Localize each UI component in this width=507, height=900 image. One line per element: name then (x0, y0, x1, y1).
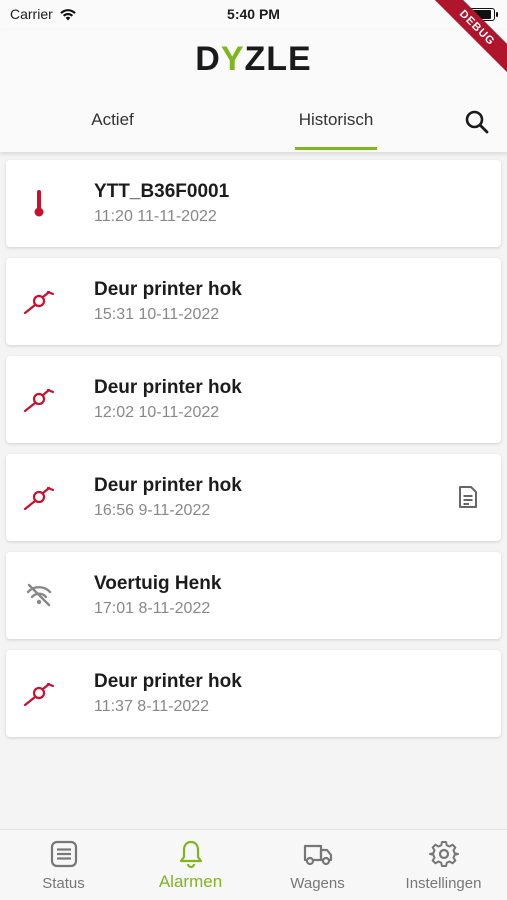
nav-status[interactable]: Status (0, 830, 127, 900)
truck-icon (303, 844, 332, 866)
nav-alarmen-label: Alarmen (158, 872, 223, 891)
tab-actief[interactable]: Actief (30, 100, 195, 152)
alarm-datetime: 11:20 11-11-2022 (94, 208, 217, 225)
nav-status-label: Status (42, 875, 85, 892)
alarm-title: Deur printer hok (94, 377, 242, 398)
alarm-title: Deur printer hok (94, 671, 242, 692)
alarm-card[interactable]: Deur printer hok 12:02 10-11-2022 (6, 356, 501, 443)
gear-icon (428, 841, 459, 867)
alarm-card[interactable]: Deur printer hok 11:37 8-11-2022 (6, 650, 501, 737)
nav-wagens[interactable]: Wagens (254, 830, 381, 900)
alarm-datetime: 11:37 8-11-2022 (94, 698, 210, 715)
tab-historisch-label: Historisch (298, 110, 374, 129)
alarm-card[interactable]: Deur printer hok 16:56 9-11-2022 (6, 454, 501, 541)
alarm-datetime: 12:02 10-11-2022 (94, 404, 220, 421)
status-time: 5:40 PM (227, 6, 280, 22)
door-sensor-icon (23, 682, 55, 707)
nav-wagens-label: Wagens (290, 875, 345, 892)
alarm-title: Deur printer hok (94, 279, 242, 300)
bell-icon (179, 840, 202, 869)
door-sensor-icon (23, 486, 55, 511)
note-icon[interactable] (455, 484, 481, 510)
door-sensor-icon (23, 290, 55, 315)
door-sensor-icon (23, 388, 55, 413)
alarm-card[interactable]: Deur printer hok 15:31 10-11-2022 (6, 258, 501, 345)
tab-bar: Actief Historisch (0, 100, 507, 152)
alarm-title: YTT_B36F0001 (94, 181, 230, 202)
nav-alarmen[interactable]: Alarmen (127, 830, 254, 900)
tab-actief-label: Actief (91, 110, 134, 129)
alarm-datetime: 16:56 9-11-2022 (94, 502, 211, 519)
app-header: DYZLE Actief Historisch (0, 30, 507, 152)
alarm-datetime: 17:01 8-11-2022 (94, 600, 211, 617)
list-icon (50, 840, 77, 868)
bottom-nav: Status Alarmen Wagens Instellingen (0, 829, 507, 900)
app-logo: DYZLE (195, 40, 312, 78)
nav-instellingen-label: Instellingen (405, 875, 482, 892)
alarm-card[interactable]: Voertuig Henk 17:01 8-11-2022 (6, 552, 501, 639)
alarm-title: Deur printer hok (94, 475, 242, 496)
alarm-card[interactable]: YTT_B36F0001 11:20 11-11-2022 (6, 160, 501, 247)
active-tab-indicator (295, 147, 377, 150)
nav-instellingen[interactable]: Instellingen (380, 830, 507, 900)
status-bar: Carrier 5:40 PM (0, 0, 507, 30)
search-icon[interactable] (463, 108, 491, 136)
alarm-title: Voertuig Henk (94, 573, 222, 594)
wifi-off-icon (26, 583, 52, 607)
tab-historisch[interactable]: Historisch (290, 100, 382, 152)
thermometer-icon (34, 190, 44, 217)
alarm-datetime: 15:31 10-11-2022 (94, 306, 220, 323)
